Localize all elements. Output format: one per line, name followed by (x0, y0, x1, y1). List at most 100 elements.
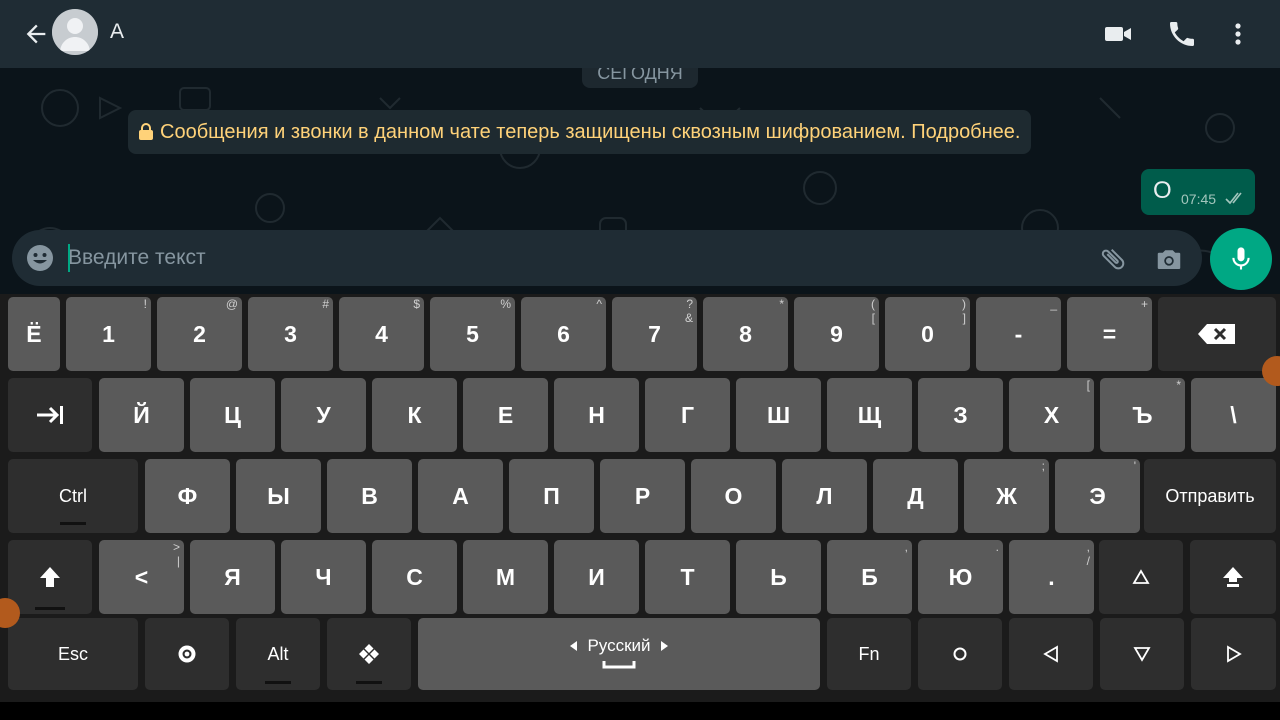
letter-key[interactable]: М (463, 540, 548, 614)
letter-key[interactable]: Ю. (918, 540, 1003, 614)
number-row-key[interactable]: 8 * (703, 297, 788, 371)
key-secondary-label: ; (1041, 459, 1045, 473)
letter-key[interactable]: Ж; (964, 459, 1049, 533)
caps-shift-key[interactable] (1190, 540, 1276, 614)
key-secondary-label: * (1176, 378, 1181, 392)
fn-key[interactable]: Fn (827, 618, 911, 690)
default-avatar-icon (52, 9, 98, 55)
letter-key[interactable]: Н (554, 378, 639, 452)
circle-key[interactable] (918, 618, 1002, 690)
letter-key[interactable]: У (281, 378, 366, 452)
ctrl-key[interactable]: Ctrl (8, 459, 138, 533)
message-time: 07:45 (1181, 191, 1217, 207)
key-secondary-label: $ (413, 297, 420, 311)
settings-key[interactable] (145, 618, 229, 690)
key-secondary-label: . (995, 540, 999, 554)
arrow-left-key[interactable] (1009, 618, 1093, 690)
encryption-notice[interactable]: Сообщения и звонки в данном чате теперь … (128, 110, 1031, 154)
key-label: О (724, 482, 743, 509)
letter-key[interactable]: П (509, 459, 594, 533)
emoji-icon[interactable] (26, 244, 54, 272)
letter-key[interactable]: Х[ (1009, 378, 1094, 452)
letter-key[interactable]: Ш (736, 378, 821, 452)
mic-button[interactable] (1210, 228, 1272, 290)
letter-key[interactable]: О (691, 459, 776, 533)
caps-shift-icon (1223, 567, 1243, 587)
key-label: Щ (857, 401, 882, 428)
letter-key[interactable]: Щ (827, 378, 912, 452)
triangle-right-outline-icon (1226, 645, 1242, 663)
number-row-key[interactable]: 6 ^ (521, 297, 606, 371)
shift-key[interactable] (8, 540, 92, 614)
number-row-key[interactable]: 9 ( [ (794, 297, 879, 371)
letter-key[interactable]: Г (645, 378, 730, 452)
key-label: Д (907, 482, 924, 509)
key-label: У (316, 401, 331, 428)
outgoing-message[interactable]: О 07:45 (1141, 169, 1255, 215)
avatar[interactable] (52, 9, 98, 55)
key-label: 9 (830, 320, 843, 347)
camera-icon[interactable] (1154, 244, 1184, 274)
letter-key[interactable]: Ц (190, 378, 275, 452)
number-row-key[interactable]: 7 ? & (612, 297, 697, 371)
letter-key[interactable]: Ь (736, 540, 821, 614)
key-secondary-label: ^ (596, 297, 602, 311)
letter-key[interactable]: \ (1191, 378, 1276, 452)
letter-key[interactable]: Ф (145, 459, 230, 533)
key-label: Р (634, 482, 651, 509)
number-row-key[interactable]: 1! (66, 297, 151, 371)
letter-key[interactable]: С (372, 540, 457, 614)
key-label: Т (680, 563, 695, 590)
video-call-icon[interactable] (1102, 18, 1134, 50)
symbols-key[interactable] (327, 618, 411, 690)
letter-key[interactable]: Ъ * (1100, 378, 1185, 452)
arrow-down-key[interactable] (1100, 618, 1184, 690)
contact-name[interactable]: А (110, 20, 124, 44)
alt-key[interactable]: Alt (236, 618, 320, 690)
key-label: Л (816, 482, 833, 509)
back-arrow-icon[interactable] (22, 20, 50, 48)
number-row-key[interactable]: - _ (976, 297, 1061, 371)
letter-key[interactable]: В (327, 459, 412, 533)
letter-key[interactable]: Е (463, 378, 548, 452)
letter-key[interactable]: Я (190, 540, 275, 614)
mic-icon (1232, 247, 1250, 270)
number-row-key[interactable]: 4 $ (339, 297, 424, 371)
key-label: Г (680, 401, 695, 428)
tab-arrow-icon (37, 406, 63, 424)
letter-key[interactable]: Д (873, 459, 958, 533)
message-input[interactable] (68, 238, 1078, 278)
letter-key[interactable]: А (418, 459, 503, 533)
letter-key[interactable]: Ч (281, 540, 366, 614)
letter-key[interactable]: Й (99, 378, 184, 452)
number-row-key[interactable]: 5% (430, 297, 515, 371)
letter-key[interactable]: < > | (99, 540, 184, 614)
letter-key[interactable]: И (554, 540, 639, 614)
arrow-up-key[interactable] (1099, 540, 1183, 614)
more-vert-icon[interactable] (1222, 18, 1254, 50)
letter-key[interactable]: К (372, 378, 457, 452)
key-label: Ы (267, 482, 290, 509)
tab-key[interactable] (8, 378, 92, 452)
number-row-key[interactable]: 0) ] (885, 297, 970, 371)
esc-key[interactable]: Esc (8, 618, 138, 690)
letter-key[interactable]: Ы (236, 459, 321, 533)
phone-call-icon[interactable] (1166, 18, 1198, 50)
arrow-right-key[interactable] (1191, 618, 1276, 690)
letter-key[interactable]: Л (782, 459, 867, 533)
letter-key[interactable]: Р (600, 459, 685, 533)
attach-icon[interactable] (1098, 244, 1128, 274)
esc-key-label: Esc (57, 643, 88, 664)
number-row-key[interactable]: = + (1067, 297, 1152, 371)
backspace-key[interactable] (1158, 297, 1276, 371)
letter-key[interactable]: З (918, 378, 1003, 452)
space-key[interactable]: Русский (418, 618, 820, 690)
send-key[interactable]: Отправить (1144, 459, 1276, 533)
letter-key[interactable]: Э ' (1055, 459, 1140, 533)
number-row-key[interactable]: Ё (8, 297, 60, 371)
number-row-key[interactable]: 2 @ (157, 297, 242, 371)
letter-key[interactable]: Б, (827, 540, 912, 614)
number-row-key[interactable]: 3 # (248, 297, 333, 371)
letter-key[interactable]: Т (645, 540, 730, 614)
letter-key[interactable]: . , / (1009, 540, 1094, 614)
